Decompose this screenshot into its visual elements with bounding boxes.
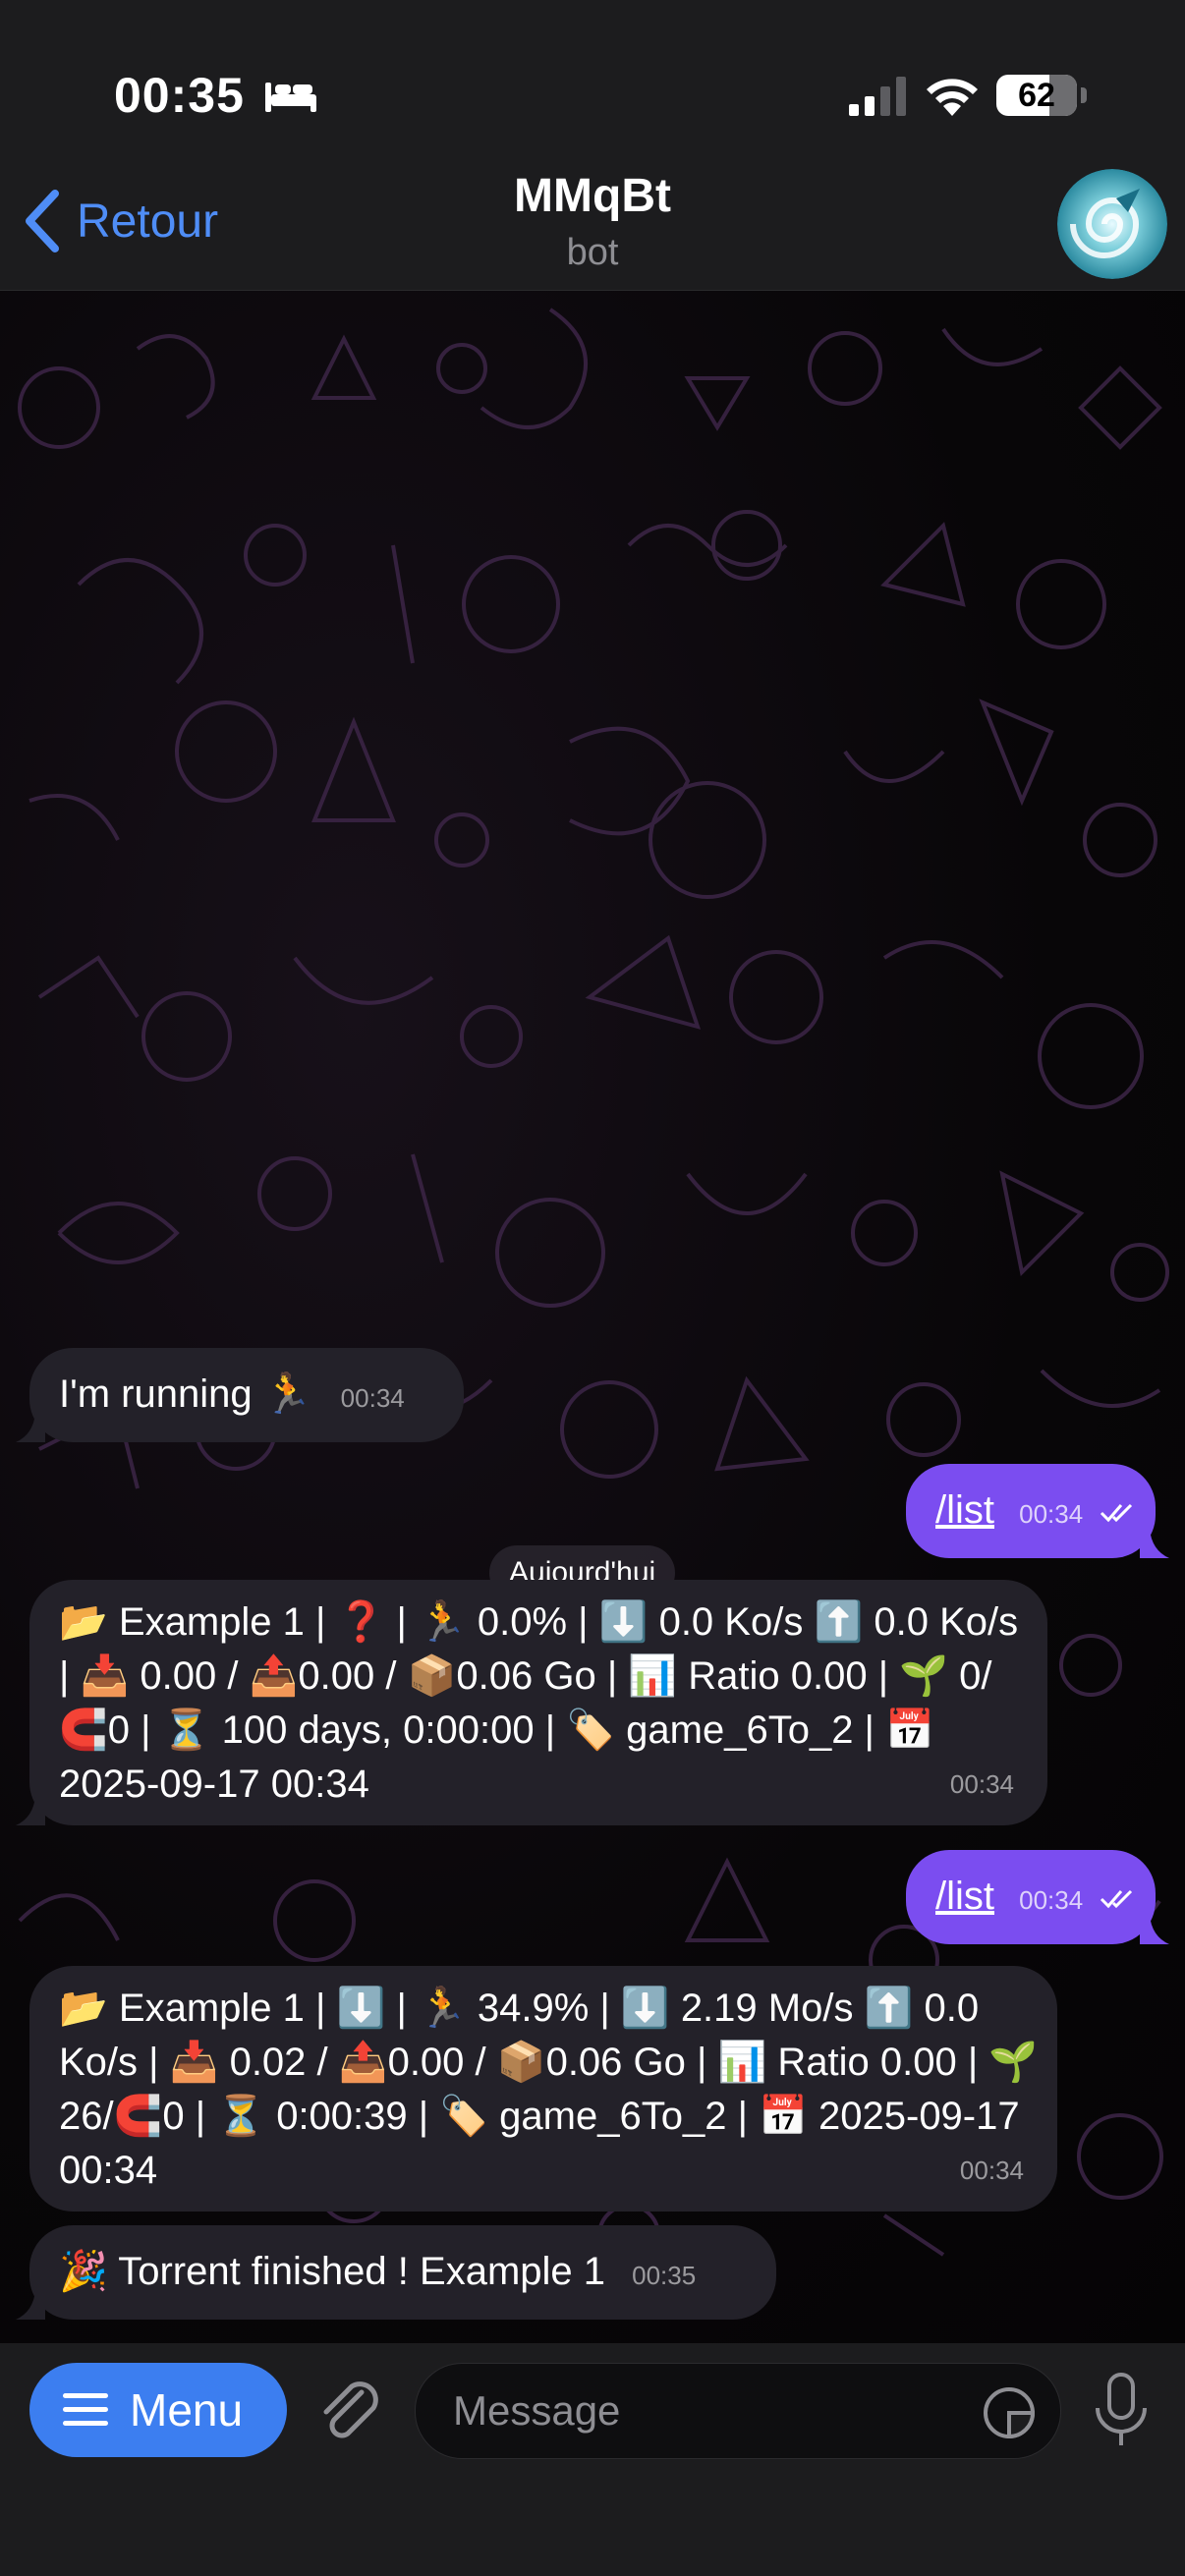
bubble-tail: [16, 1796, 45, 1825]
message-time: 00:34: [1019, 1885, 1084, 1915]
message-placeholder: Message: [453, 2387, 621, 2434]
hamburger-icon: [63, 2393, 108, 2426]
bot-command-link[interactable]: /list: [935, 1875, 994, 1918]
chat-area[interactable]: Aujourd'hui I'm running 🏃 00:34 /list 00…: [0, 290, 1185, 2343]
microphone-icon[interactable]: [1093, 2373, 1150, 2447]
signal-icon: [849, 77, 906, 116]
sticker-icon[interactable]: [982, 2385, 1037, 2440]
read-checkmarks-icon: [1100, 1890, 1133, 1909]
message-time: 00:35: [632, 2261, 697, 2290]
message-incoming[interactable]: 🎉 Torrent finished ! Example 1 00:35: [29, 2225, 776, 2320]
message-input[interactable]: Message: [415, 2363, 1061, 2459]
battery-icon: 62: [996, 75, 1077, 116]
status-time: 00:35: [114, 68, 245, 123]
wifi-icon: [927, 79, 978, 116]
message-text: I'm running 🏃: [59, 1372, 312, 1416]
message-incoming[interactable]: 📂 Example 1 | ❓ | 🏃 0.0% | ⬇️ 0.0 Ko/s ⬆…: [29, 1580, 1047, 1825]
message-time: 00:34: [949, 1769, 1014, 1799]
bubble-tail: [16, 2290, 45, 2320]
battery-tip: [1081, 87, 1087, 103]
menu-label: Menu: [130, 2384, 244, 2436]
chat-subtitle: bot: [566, 232, 619, 273]
bot-command-link[interactable]: /list: [935, 1488, 994, 1532]
message-outgoing[interactable]: /list 00:34: [906, 1850, 1156, 1944]
message-time: 00:34: [959, 2156, 1024, 2185]
bubble-tail: [16, 1413, 45, 1442]
message-incoming[interactable]: I'm running 🏃 00:34: [29, 1348, 464, 1442]
bubble-tail: [1140, 1915, 1169, 1944]
bot-avatar[interactable]: [1057, 169, 1167, 279]
message-text: 📂 Example 1 | ⬇️ | 🏃 34.9% | ⬇️ 2.19 Mo/…: [59, 1987, 1039, 2192]
message-text: 🎉 Torrent finished ! Example 1: [59, 2250, 605, 2293]
input-bar: Menu Message: [0, 2343, 1185, 2576]
message-time: 00:34: [1019, 1499, 1084, 1529]
battery-level: 62: [1018, 77, 1055, 114]
message-incoming[interactable]: 📂 Example 1 | ⬇️ | 🏃 34.9% | ⬇️ 2.19 Mo/…: [29, 1966, 1057, 2212]
bubble-tail: [1140, 1529, 1169, 1558]
top-bar: 00:35 62 Retour MMqBt bot: [0, 0, 1185, 291]
message-time: 00:34: [340, 1383, 405, 1413]
message-outgoing[interactable]: /list 00:34: [906, 1464, 1156, 1558]
read-checkmarks-icon: [1100, 1504, 1133, 1523]
bed-icon: [265, 83, 316, 112]
message-text: 📂 Example 1 | ❓ | 🏃 0.0% | ⬇️ 0.0 Ko/s ⬆…: [59, 1600, 1019, 1806]
paperclip-icon[interactable]: [316, 2379, 385, 2443]
chat-title[interactable]: MMqBt: [0, 169, 1185, 223]
menu-button[interactable]: Menu: [29, 2363, 287, 2457]
